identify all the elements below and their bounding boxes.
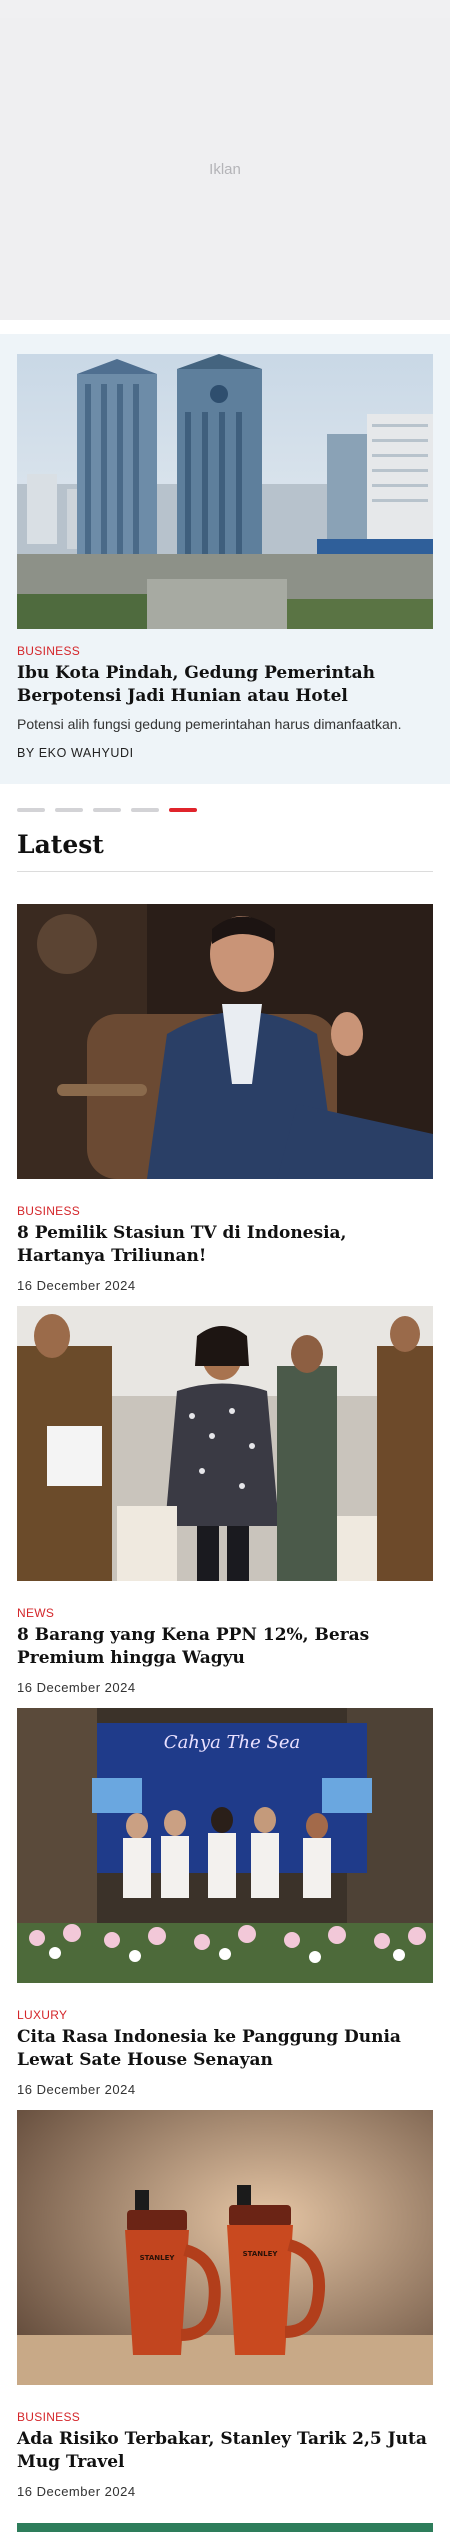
article-date: 16 December 2024: [17, 2082, 136, 2097]
article-headline[interactable]: Ada Risiko Terbakar, Stanley Tarik 2,5 J…: [17, 2428, 433, 2474]
article-image[interactable]: [17, 904, 433, 1179]
article-category[interactable]: LUXURY: [17, 2008, 433, 2022]
article-card[interactable]: NEWS 8 Barang yang Kena PPN 12%, Beras P…: [17, 1306, 433, 1695]
article-date: 16 December 2024: [17, 1278, 136, 1293]
mug-brand-text: STANLEY: [243, 2250, 279, 2258]
carousel-dot[interactable]: [17, 808, 45, 812]
featured-byline[interactable]: BY EKO WAHYUDI: [17, 746, 134, 760]
ad-slot[interactable]: Iklan: [0, 18, 450, 320]
article-category[interactable]: BUSINESS: [17, 2410, 433, 2424]
article-image[interactable]: STANLEY STANLEY: [17, 2110, 433, 2385]
article-date: 16 December 2024: [17, 1680, 136, 1695]
article-headline[interactable]: Cita Rasa Indonesia ke Panggung Dunia Le…: [17, 2026, 433, 2072]
ad-label: Iklan: [209, 160, 241, 178]
article-image[interactable]: [17, 1306, 433, 1581]
article-headline[interactable]: 8 Pemilik Stasiun TV di Indonesia, Harta…: [17, 1222, 433, 1268]
carousel-dot[interactable]: [93, 808, 121, 812]
carousel-dot[interactable]: [55, 808, 83, 812]
featured-summary: Potensi alih fungsi gedung pemerintahan …: [17, 716, 402, 732]
section-divider: [17, 871, 433, 872]
featured-image[interactable]: [17, 354, 433, 629]
mug-brand-text: STANLEY: [140, 2254, 176, 2262]
article-card[interactable]: BUSINESS 8 Pemilik Stasiun TV di Indones…: [17, 904, 433, 1293]
article-image[interactable]: Cahya The Sea: [17, 1708, 433, 1983]
featured-headline[interactable]: Ibu Kota Pindah, Gedung Pemerintah Berpo…: [17, 662, 433, 708]
featured-article[interactable]: BUSINESS Ibu Kota Pindah, Gedung Pemerin…: [0, 334, 450, 784]
article-date: 16 December 2024: [17, 2484, 136, 2499]
article-headline[interactable]: 8 Barang yang Kena PPN 12%, Beras Premiu…: [17, 1624, 433, 1670]
carousel-dot-active[interactable]: [169, 808, 197, 812]
carousel-dot[interactable]: [131, 808, 159, 812]
carousel-indicator: [17, 808, 197, 812]
ad-top-strip: [0, 0, 450, 18]
article-card[interactable]: STANLEY STANLEY BUSINESS Ada Risiko Terb…: [17, 2110, 433, 2499]
featured-category[interactable]: BUSINESS: [17, 644, 80, 658]
latest-section-title: Latest: [17, 830, 104, 859]
article-category[interactable]: BUSINESS: [17, 1204, 433, 1218]
next-card-edge: [17, 2523, 433, 2532]
article-card[interactable]: Cahya The Sea LUXURY Cita Rasa Indonesia…: [17, 1708, 433, 2097]
event-banner-text: Cahya The Sea: [164, 1732, 300, 1753]
article-category[interactable]: NEWS: [17, 1606, 433, 1620]
